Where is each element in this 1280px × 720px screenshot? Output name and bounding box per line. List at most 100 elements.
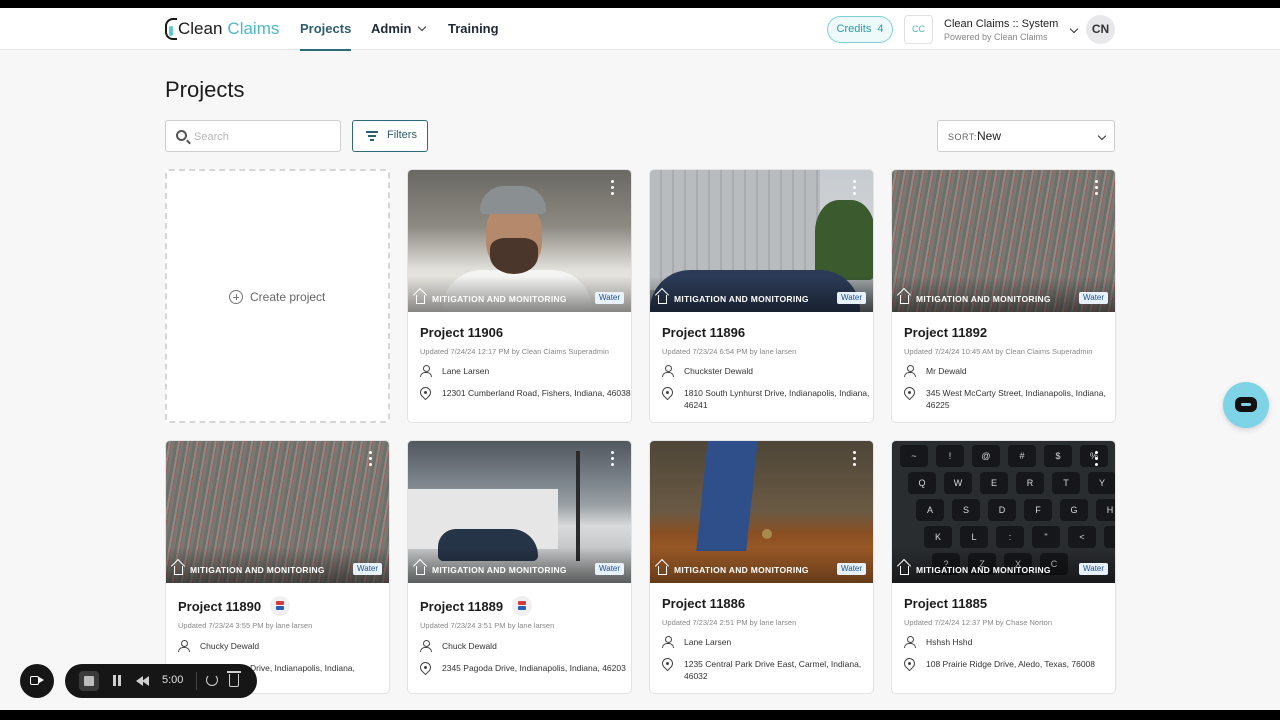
recorder-camera-button[interactable]	[20, 664, 54, 698]
top-navigation: Clean Claims Projects Admin Training Cre…	[0, 8, 1280, 51]
project-updated: Updated 7/24/24 12:37 PM by Chase Norton	[904, 618, 1053, 627]
project-card[interactable]: MITIGATION AND MONITORING Water Project …	[891, 169, 1116, 423]
project-card[interactable]: MITIGATION AND MONITORING Water Project …	[649, 169, 874, 423]
location-pin-icon	[420, 387, 431, 400]
more-options-icon[interactable]	[611, 451, 615, 467]
chat-widget-button[interactable]	[1223, 382, 1269, 428]
project-title: Project 11885	[904, 596, 987, 611]
nav-admin-label: Admin	[371, 21, 412, 36]
filters-button[interactable]: Filters	[352, 120, 428, 152]
project-photo	[650, 170, 873, 312]
project-type: MITIGATION AND MONITORING	[432, 565, 567, 575]
project-photo	[166, 441, 389, 583]
location-pin-icon	[662, 387, 673, 400]
credits-label: Credits	[836, 23, 872, 35]
project-type: MITIGATION AND MONITORING	[674, 294, 809, 304]
organization-name[interactable]: Clean Claims :: System	[944, 18, 1058, 30]
project-contact-row: Lane Larsen	[662, 636, 731, 648]
project-address-row: 108 Prairie Ridge Drive, Aledo, Texas, 7…	[904, 658, 1115, 671]
organization-subtitle: Powered by Clean Claims	[944, 32, 1048, 42]
keyboard-key: ~	[900, 445, 928, 467]
loss-type-badge: Water	[1079, 292, 1109, 304]
keyboard-key: @	[972, 445, 1000, 467]
project-contact: Chuckster Dewald	[684, 366, 753, 376]
keyboard-key: Q	[908, 472, 936, 494]
project-title-text: Project 11886	[662, 596, 746, 611]
project-contact: Mr Dewald	[926, 366, 967, 376]
project-address: 108 Prairie Ridge Drive, Aledo, Texas, 7…	[926, 659, 1095, 669]
keyboard-key: <	[1068, 526, 1096, 548]
user-avatar[interactable]: CN	[1086, 15, 1115, 44]
project-title-text: Project 11896	[662, 325, 746, 340]
project-updated: Updated 7/24/24 12:17 PM by Clean Claims…	[420, 347, 609, 356]
project-title-text: Project 11889	[420, 598, 504, 614]
logo-text-clean: Clean	[178, 19, 223, 38]
restart-icon[interactable]	[206, 674, 218, 686]
home-icon	[416, 294, 425, 304]
clean-claims-logo[interactable]: Clean Claims	[165, 17, 279, 41]
sort-select[interactable]: SORT: New	[937, 120, 1115, 152]
search-box[interactable]	[165, 120, 341, 152]
project-address-row: 12301 Cumberland Road, Fishers, Indiana,…	[420, 387, 631, 400]
project-type: MITIGATION AND MONITORING	[916, 565, 1051, 575]
keyboard-key: R	[1016, 472, 1044, 494]
keyboard-key: Y	[1088, 472, 1115, 494]
organization-chevron-down-icon[interactable]	[1069, 24, 1079, 34]
home-icon	[658, 565, 667, 575]
filters-label: Filters	[387, 129, 417, 141]
project-photo	[650, 441, 873, 583]
project-title: Project 11896	[662, 325, 745, 340]
project-title-text: Project 11906	[420, 325, 504, 340]
home-icon	[416, 565, 425, 575]
more-options-icon[interactable]	[1095, 451, 1099, 467]
keyboard-key: W	[944, 472, 972, 494]
more-options-icon[interactable]	[1095, 180, 1099, 196]
project-title-text: Project 11892	[904, 325, 988, 340]
project-type-row: MITIGATION AND MONITORING	[900, 565, 1051, 575]
keyboard-key: A	[916, 499, 944, 521]
keyboard-key: L	[960, 526, 988, 548]
organization-logo[interactable]: CC	[904, 15, 933, 44]
pause-icon[interactable]	[112, 675, 122, 687]
project-address-row: 345 West McCarty Street, Indianapolis, I…	[904, 387, 1115, 411]
more-options-icon[interactable]	[853, 180, 857, 196]
keyboard-key: T	[1052, 472, 1080, 494]
credits-button[interactable]: Credits 4	[827, 16, 893, 43]
project-card[interactable]: MITIGATION AND MONITORING Water Project …	[649, 440, 874, 694]
location-pin-icon	[904, 658, 915, 671]
more-options-icon[interactable]	[611, 180, 615, 196]
stop-recording-button[interactable]	[79, 671, 99, 691]
project-card[interactable]: MITIGATION AND MONITORING Water Project …	[165, 440, 390, 694]
project-card[interactable]: ~!@#$%QWERTYASDFGHKL:"<>?ZXC MITIGATION …	[891, 440, 1116, 694]
project-type: MITIGATION AND MONITORING	[674, 565, 809, 575]
project-contact-row: Chucky Dewald	[178, 640, 259, 652]
project-title-text: Project 11885	[904, 596, 988, 611]
logo-mark-icon	[165, 18, 177, 40]
search-input[interactable]	[194, 127, 334, 147]
recording-timer: 5:00	[162, 674, 184, 686]
more-options-icon[interactable]	[369, 451, 373, 467]
create-project-card[interactable]: Create project	[165, 169, 390, 423]
nav-projects[interactable]: Projects	[300, 8, 352, 51]
page-title: Projects	[165, 77, 245, 102]
trash-icon[interactable]	[227, 671, 241, 687]
project-type-row: MITIGATION AND MONITORING	[416, 294, 567, 304]
create-project-button[interactable]: Create project	[229, 290, 325, 304]
more-options-icon[interactable]	[853, 451, 857, 467]
sort-label: SORT:	[948, 132, 977, 142]
status-flag-icon	[512, 596, 533, 616]
plus-circle-icon	[229, 290, 243, 304]
rewind-icon[interactable]	[136, 676, 150, 686]
project-card[interactable]: MITIGATION AND MONITORING Water Project …	[407, 169, 632, 423]
app-screen: Clean Claims Projects Admin Training Cre…	[0, 8, 1280, 710]
project-type: MITIGATION AND MONITORING	[916, 294, 1051, 304]
keyboard-key: $	[1044, 445, 1072, 467]
project-contact-row: Mr Dewald	[904, 365, 967, 377]
project-title: Project 11906	[420, 325, 503, 340]
nav-training[interactable]: Training	[448, 8, 499, 50]
keyboard-key: >	[1104, 526, 1115, 548]
location-pin-icon	[420, 662, 431, 675]
nav-admin[interactable]: Admin	[371, 8, 427, 50]
project-card[interactable]: MITIGATION AND MONITORING Water Project …	[407, 440, 632, 694]
project-address: 2345 Pagoda Drive, Indianapolis, Indiana…	[442, 663, 626, 673]
